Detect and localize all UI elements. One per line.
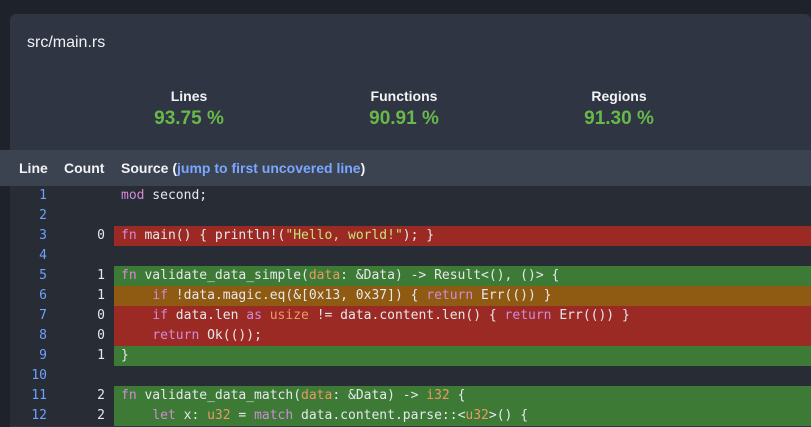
line-number: 11 (31, 388, 47, 403)
line-number: 9 (39, 348, 47, 363)
source-code: fn validate_data_simple(data: &Data) -> … (114, 266, 811, 286)
line-number: 1 (39, 188, 47, 203)
functions-summary: Functions 90.91 % (324, 88, 484, 130)
table-row: 5 1 fn validate_data_simple(data: &Data)… (10, 266, 811, 286)
regions-summary: Regions 91.30 % (539, 88, 699, 130)
source-code: fn main() { println!("Hello, world!"); } (114, 226, 811, 246)
table-row: 9 1 } (10, 346, 811, 366)
functions-label: Functions (370, 88, 438, 104)
table-row: 4 (10, 246, 811, 266)
source-code: let x: u32 = match data.content.parse::<… (114, 406, 811, 426)
source-code: return Ok(()); (114, 326, 811, 346)
lines-label: Lines (170, 88, 208, 104)
hit-count: 1 (97, 288, 105, 303)
table-row: 12 2 let x: u32 = match data.content.par… (10, 406, 811, 426)
hit-count: 1 (97, 348, 105, 363)
source-code (114, 366, 811, 386)
hit-count: 2 (97, 408, 105, 423)
table-row: 10 (10, 366, 811, 386)
functions-percent: 90.91 % (369, 108, 439, 129)
source-label: Source ( (121, 160, 178, 176)
line-number: 7 (39, 308, 47, 323)
source-code: } (114, 346, 811, 366)
col-source-header: Source (jump to first uncovered line) (121, 160, 365, 176)
table-row: 3 0 fn main() { println!("Hello, world!"… (10, 226, 811, 246)
table-row: 11 2 fn validate_data_match(data: &Data)… (10, 386, 811, 406)
hit-count: 2 (97, 388, 105, 403)
source-code (114, 206, 811, 226)
col-count-header: Count (64, 160, 105, 176)
line-number: 8 (39, 328, 47, 343)
table-row: 2 (10, 206, 811, 226)
regions-percent: 91.30 % (584, 108, 654, 129)
file-title: src/main.rs (27, 34, 106, 51)
line-number: 4 (39, 248, 47, 263)
hit-count: 1 (97, 268, 105, 283)
hit-count: 0 (97, 328, 105, 343)
lines-percent: 93.75 % (154, 108, 224, 129)
line-number: 5 (39, 268, 47, 283)
table-row: 7 0 if data.len as usize != data.content… (10, 306, 811, 326)
regions-label: Regions (591, 88, 647, 104)
col-line-header: Line (19, 160, 48, 176)
source-table: 1 mod second; 2 3 0 fn main() { println!… (10, 186, 811, 426)
jump-to-uncovered-link[interactable]: jump to first uncovered line (177, 160, 361, 176)
lines-summary: Lines 93.75 % (109, 88, 269, 130)
line-number: 2 (39, 208, 47, 223)
table-row: 6 1 if !data.magic.eq(&[0x13, 0x37]) { r… (10, 286, 811, 306)
hit-count: 0 (97, 228, 105, 243)
table-row: 1 mod second; (10, 186, 811, 206)
source-label-end: ) (360, 160, 366, 176)
line-number: 12 (31, 408, 47, 423)
source-code: if !data.magic.eq(&[0x13, 0x37]) { retur… (114, 286, 811, 306)
source-code: mod second; (121, 188, 208, 203)
source-code (114, 246, 811, 266)
hit-count: 0 (97, 308, 105, 323)
source-code: fn validate_data_match(data: &Data) -> i… (114, 386, 811, 406)
table-row: 8 0 return Ok(()); (10, 326, 811, 346)
table-header: Line Count Source (jump to first uncover… (0, 150, 811, 186)
line-number: 10 (31, 368, 47, 383)
line-number: 6 (39, 288, 47, 303)
line-number: 3 (39, 228, 47, 243)
source-code: if data.len as usize != data.content.len… (114, 306, 811, 326)
